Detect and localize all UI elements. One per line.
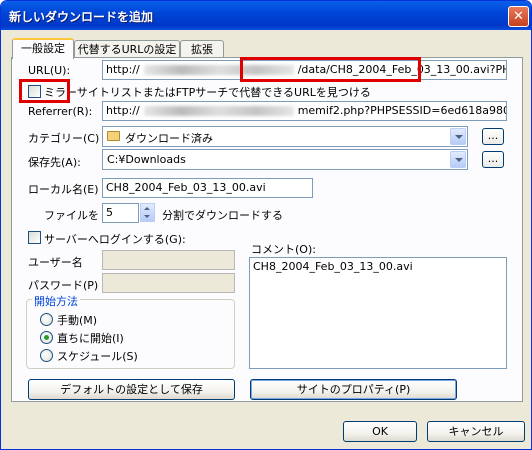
site-properties-button[interactable]: サイトのプロパティ(P) <box>250 379 457 400</box>
referrer-label: Referrer(R): <box>28 105 93 118</box>
radio-start-now[interactable] <box>40 331 53 344</box>
split-count-field[interactable]: 5 <box>102 203 139 223</box>
category-select[interactable]: ダウンロード済み <box>102 126 468 147</box>
title-bar[interactable]: 新しいダウンロードを追加 ✕ <box>1 1 531 30</box>
ok-button[interactable]: OK <box>343 421 417 442</box>
comment-label: コメント(O): <box>251 243 316 256</box>
referrer-prefix: http:// <box>106 104 140 117</box>
split-suffix: 分割でダウンロードする <box>162 209 283 222</box>
save-to-select[interactable]: C:¥Downloads <box>102 149 468 170</box>
save-to-dropdown-button[interactable] <box>450 151 466 168</box>
referrer-redacted-host <box>143 106 294 116</box>
referrer-value: memif2.php?PHPSESSID=6ed618a980a9b5524b5… <box>297 104 507 117</box>
window-title: 新しいダウンロードを追加 <box>9 10 154 24</box>
url-highlight-box <box>240 57 421 82</box>
radio-schedule-label[interactable]: スケジュール(S) <box>57 348 138 364</box>
password-field[interactable] <box>102 273 235 293</box>
folder-icon <box>107 131 120 141</box>
close-button[interactable]: ✕ <box>508 6 529 27</box>
local-name-value: CH8_2004_Feb_03_13_00.avi <box>106 181 266 194</box>
url-prefix: http:// <box>106 63 140 76</box>
save-to-value: C:¥Downloads <box>107 153 186 166</box>
radio-schedule[interactable] <box>40 349 53 362</box>
login-checkbox[interactable] <box>28 231 41 244</box>
radio-manual-label[interactable]: 手動(M) <box>57 312 97 328</box>
comment-value: CH8_2004_Feb_03_13_00.avi <box>253 260 413 273</box>
split-label: ファイルを <box>44 209 99 222</box>
username-label: ユーザー名 <box>28 256 83 269</box>
tab-general[interactable]: 一般設定 <box>12 38 74 59</box>
start-method-label: 開始方法 <box>32 293 80 309</box>
url-label: URL(U): <box>28 64 71 77</box>
split-count-value: 5 <box>106 206 113 219</box>
split-count-spinner[interactable] <box>140 203 155 222</box>
password-label: パスワード(P) <box>28 279 99 292</box>
local-name-label: ローカル名(E) <box>28 183 99 196</box>
mirror-highlight-box <box>19 79 70 103</box>
add-download-dialog: 新しいダウンロードを追加 ✕ 一般設定 代替するURLの設定 拡張 URL(U)… <box>0 0 532 450</box>
save-as-default-button[interactable]: デフォルトの設定として保存 <box>28 379 235 400</box>
mirror-label[interactable]: ミラーサイトリストまたはFTPサーチで代替できるURLを見つける <box>44 84 371 100</box>
spin-up-icon[interactable] <box>144 207 150 210</box>
referrer-field[interactable]: http:// memif2.php?PHPSESSID=6ed618a980a9… <box>102 101 507 121</box>
radio-manual[interactable] <box>40 313 53 326</box>
cancel-button[interactable]: キャンセル <box>427 421 525 442</box>
local-name-field[interactable]: CH8_2004_Feb_03_13_00.avi <box>102 178 313 198</box>
category-value: ダウンロード済み <box>125 132 213 145</box>
username-field[interactable] <box>102 250 235 270</box>
category-label: カテゴリー(C) <box>28 132 100 145</box>
category-browse-button[interactable]: ... <box>482 128 504 145</box>
radio-start-now-label[interactable]: 直ちに開始(I) <box>57 330 124 346</box>
category-dropdown-button[interactable] <box>450 128 466 145</box>
spin-down-icon[interactable] <box>144 215 150 218</box>
save-to-label: 保存先(A): <box>28 156 81 169</box>
save-to-browse-button[interactable]: ... <box>482 151 504 168</box>
login-label[interactable]: サーバーへログインする(G): <box>44 231 186 247</box>
comment-textarea[interactable]: CH8_2004_Feb_03_13_00.avi <box>249 257 507 369</box>
